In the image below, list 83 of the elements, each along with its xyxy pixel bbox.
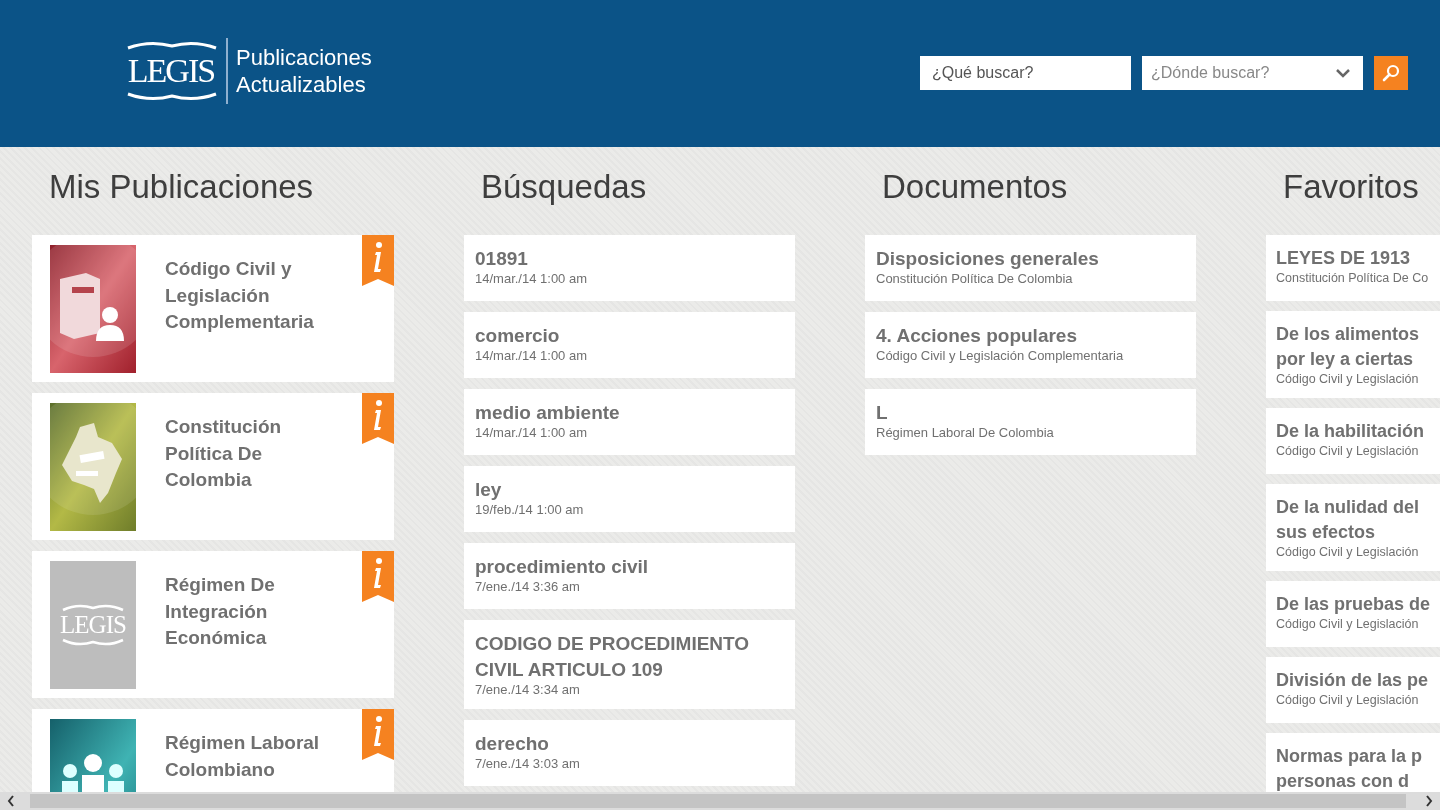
- item-title: L: [876, 401, 889, 425]
- item-title: De la nulidad del: [1276, 496, 1421, 519]
- item-title: medio ambiente: [475, 401, 621, 425]
- section-title[interactable]: Búsquedas: [481, 169, 795, 235]
- item-subtitle: 7/ene./14 3:34 am: [475, 681, 581, 699]
- item-title: CIVIL ARTICULO 109: [475, 658, 664, 682]
- item-title: División de las pe: [1276, 669, 1430, 692]
- list-card[interactable]: ley 19/feb./14 1:00 am: [464, 466, 795, 532]
- list-card[interactable]: De las pruebas de Código Civil y Legislación: [1266, 581, 1440, 647]
- list-card[interactable]: Disposiciones generales Constitución Política De Colombia: [865, 235, 1196, 301]
- publication-card[interactable]: LEGIS Régimen De Integración Económica: [32, 551, 394, 698]
- list-card[interactable]: comercio 14/mar./14 1:00 am: [464, 312, 795, 378]
- item-title: comercio: [475, 324, 561, 348]
- list-card[interactable]: CODIGO DE PROCEDIMIENTO CIVIL ARTICULO 109 7/ene./14 3:34 am: [464, 620, 795, 709]
- cover-picture: LEGIS: [50, 561, 136, 689]
- search-button[interactable]: [1374, 55, 1408, 90]
- item-title: De las pruebas de: [1276, 593, 1432, 616]
- item-title: ley: [475, 478, 503, 502]
- list-card[interactable]: División de las pe Código Civil y Legislación: [1266, 657, 1440, 723]
- app-title: Publicaciones: [236, 43, 372, 71]
- publication-card[interactable]: Constitución Política De Colombia: [32, 393, 394, 540]
- list-card[interactable]: L Régimen Laboral De Colombia: [865, 389, 1196, 455]
- item-subtitle: Código Civil y Legislación: [1276, 443, 1420, 460]
- publication-card[interactable]: Código Civil y Legislación Complementaria: [32, 235, 394, 382]
- section-title[interactable]: Favoritos: [1283, 169, 1440, 235]
- scrollbar-thumb[interactable]: [30, 794, 1406, 808]
- list-card[interactable]: derecho 7/ene./14 3:03 am: [464, 720, 795, 786]
- item-title: De los alimentos: [1276, 323, 1421, 346]
- info-ribbon-icon: [362, 235, 394, 286]
- item-subtitle: 14/mar./14 1:00 am: [475, 347, 588, 365]
- item-subtitle: 7/ene./14 3:36 am: [475, 578, 581, 596]
- section-title[interactable]: Documentos: [882, 169, 1196, 235]
- item-title: derecho: [475, 732, 550, 756]
- item-subtitle: 19/feb./14 1:00 am: [475, 501, 585, 519]
- item-title: sus efectos: [1276, 521, 1377, 544]
- item-title: procedimiento civil: [475, 555, 650, 579]
- item-subtitle: Código Civil y Legislación: [1276, 371, 1420, 388]
- app-title: Actualizables: [236, 70, 367, 98]
- search-icon: [1381, 62, 1401, 83]
- item-subtitle: 14/mar./14 1:00 am: [475, 424, 588, 442]
- item-subtitle: Régimen Laboral De Colombia: [876, 424, 1055, 442]
- list-card[interactable]: De la nulidad del sus efectos Código Civil y Legislación: [1266, 484, 1440, 571]
- item-title: Disposiciones generales: [876, 247, 1100, 271]
- list-card[interactable]: 01891 14/mar./14 1:00 am: [464, 235, 795, 301]
- list-card[interactable]: 4. Acciones populares Código Civil y Legislación Complementaria: [865, 312, 1196, 378]
- list-card[interactable]: De los alimentos por ley a ciertas Código Civil y Legislación: [1266, 311, 1440, 398]
- item-subtitle: Constitución Política De Colombia: [876, 270, 1074, 288]
- item-subtitle: Constitución Política De Co: [1276, 270, 1430, 287]
- item-title: 4. Acciones populares: [876, 324, 1078, 348]
- scroll-left-icon[interactable]: [6, 794, 16, 808]
- scope-dropdown[interactable]: ¿Dónde buscar?: [1142, 55, 1363, 90]
- list-card[interactable]: De la habilitación Código Civil y Legislación: [1266, 408, 1440, 474]
- list-card[interactable]: procedimiento civil 7/ene./14 3:36 am: [464, 543, 795, 609]
- list-card[interactable]: medio ambiente 14/mar./14 1:00 am: [464, 389, 795, 455]
- item-title: De la habilitación: [1276, 420, 1426, 443]
- publication-card[interactable]: Régimen Laboral Colombiano: [32, 709, 394, 792]
- scroll-right-icon[interactable]: [1424, 794, 1434, 808]
- info-ribbon-icon: [362, 393, 394, 444]
- item-title: LEYES DE 1913: [1276, 247, 1412, 270]
- search-field[interactable]: ¿Qué buscar?: [920, 55, 1131, 90]
- item-subtitle: Código Civil y Legislación: [1276, 616, 1420, 633]
- section-title[interactable]: Mis Publicaciones: [49, 169, 394, 235]
- chevron-down-icon: [1335, 67, 1351, 78]
- item-subtitle: Código Civil y Legislación: [1276, 692, 1420, 709]
- scrollbar[interactable]: [0, 792, 1440, 810]
- list-card[interactable]: LEYES DE 1913 Constitución Política De Co: [1266, 235, 1440, 301]
- publication-title: Régimen Laboral Colombiano: [165, 731, 321, 782]
- list-card[interactable]: Normas para la p personas con d: [1266, 733, 1440, 792]
- item-title: Normas para la p: [1276, 745, 1424, 768]
- publication-title: Código Civil y Legislación Complementaria: [165, 257, 315, 334]
- item-subtitle: Código Civil y Legislación Complementaria: [876, 347, 1125, 365]
- item-subtitle: Código Civil y Legislación: [1276, 544, 1420, 561]
- publication-title: Régimen De Integración Económica: [165, 573, 276, 650]
- item-title: 01891: [475, 247, 529, 271]
- item-subtitle: 7/ene./14 3:03 am: [475, 755, 581, 773]
- item-title: CODIGO DE PROCEDIMIENTO: [475, 632, 751, 656]
- item-title: personas con d: [1276, 770, 1411, 792]
- item-subtitle: 14/mar./14 1:00 am: [475, 270, 588, 288]
- item-title: por ley a ciertas: [1276, 348, 1415, 371]
- info-ribbon-icon: [362, 709, 394, 760]
- info-ribbon-icon: [362, 551, 394, 602]
- publication-title: Constitución Política De Colombia: [165, 415, 283, 492]
- logo-mark: LEGIS: [126, 38, 218, 103]
